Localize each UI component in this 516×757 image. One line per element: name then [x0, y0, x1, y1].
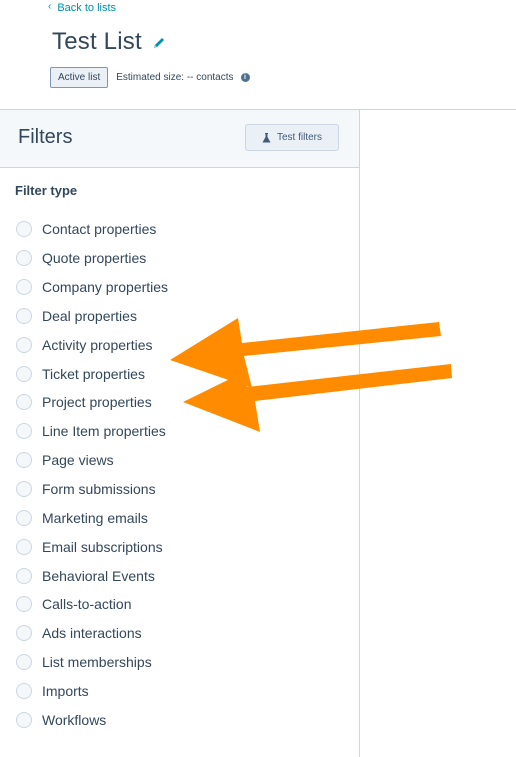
radio-button[interactable] [16, 307, 32, 324]
filter-option-label: Contact properties [42, 221, 157, 238]
radio-button[interactable] [16, 682, 32, 699]
filter-option-deal-properties[interactable]: Deal properties [16, 302, 168, 331]
filter-option-contact-properties[interactable]: Contact properties [16, 215, 168, 244]
back-to-lists-link[interactable]: ‹ Back to lists [48, 1, 117, 15]
radio-button[interactable] [16, 567, 32, 584]
filter-option-label: Marketing emails [42, 509, 148, 526]
filter-option-company-properties[interactable]: Company properties [16, 273, 168, 302]
filter-option-ticket-properties[interactable]: Ticket properties [16, 359, 168, 388]
filter-option-workflows[interactable]: Workflows [16, 705, 168, 734]
radio-button[interactable] [16, 481, 32, 498]
radio-button[interactable] [16, 423, 32, 440]
filter-option-label: Activity properties [42, 336, 153, 353]
filter-option-label: Email subscriptions [42, 538, 163, 555]
radio-button[interactable] [16, 365, 32, 382]
status-badge: Active list [50, 67, 109, 88]
chevron-left-icon: ‹ [48, 1, 52, 12]
filter-option-label: Page views [42, 452, 114, 469]
filter-type-label: Filter type [15, 183, 78, 198]
filter-option-line-item-properties[interactable]: Line Item properties [16, 417, 168, 446]
pencil-icon[interactable] [152, 36, 166, 50]
filter-option-list-memberships[interactable]: List memberships [16, 648, 168, 677]
radio-button[interactable] [16, 336, 32, 353]
filter-option-label: Company properties [42, 279, 169, 296]
radio-button[interactable] [16, 538, 32, 555]
filter-option-calls-to-action[interactable]: Calls-to-action [16, 590, 168, 619]
filter-option-ads-interactions[interactable]: Ads interactions [16, 619, 168, 648]
filter-option-activity-properties[interactable]: Activity properties [16, 330, 168, 359]
filter-option-quote-properties[interactable]: Quote properties [16, 244, 168, 273]
test-filters-button[interactable]: Test filters [245, 124, 339, 151]
filter-option-form-submissions[interactable]: Form submissions [16, 475, 168, 504]
filter-option-label: Imports [42, 682, 89, 699]
filter-option-label: Deal properties [42, 307, 137, 324]
filters-title: Filters [18, 126, 73, 148]
filter-option-label: List memberships [42, 654, 152, 671]
estimated-size: Estimated size: -- contacts i [116, 72, 250, 83]
radio-button[interactable] [16, 711, 32, 728]
radio-button[interactable] [16, 452, 32, 469]
radio-button[interactable] [16, 654, 32, 671]
filters-header: Filters Test filters [0, 110, 359, 168]
filter-option-label: Line Item properties [42, 423, 166, 440]
radio-button[interactable] [16, 250, 32, 267]
filters-panel: Filters Test filters Filter type Contact… [0, 110, 360, 757]
radio-button[interactable] [16, 596, 32, 613]
radio-button[interactable] [16, 279, 32, 296]
filter-type-options: Contact properties Quote properties Comp… [16, 215, 168, 734]
radio-button[interactable] [16, 509, 32, 526]
list-meta-row: Active list Estimated size: -- contacts … [50, 67, 250, 88]
filter-option-label: Ads interactions [42, 625, 142, 642]
filter-option-behavioral-events[interactable]: Behavioral Events [16, 561, 168, 590]
filter-option-marketing-emails[interactable]: Marketing emails [16, 503, 168, 532]
filter-option-label: Quote properties [42, 250, 147, 267]
filter-option-label: Workflows [42, 711, 107, 728]
filter-option-imports[interactable]: Imports [16, 677, 168, 706]
filter-option-label: Project properties [42, 394, 152, 411]
filter-option-email-subscriptions[interactable]: Email subscriptions [16, 532, 168, 561]
radio-button[interactable] [16, 221, 32, 238]
filter-option-label: Behavioral Events [42, 567, 155, 584]
title-row: Test List [52, 28, 166, 56]
radio-button[interactable] [16, 625, 32, 642]
filter-option-label: Calls-to-action [42, 596, 132, 613]
test-filters-label: Test filters [276, 132, 322, 143]
page-title: Test List [52, 28, 142, 55]
info-icon[interactable]: i [240, 73, 250, 82]
flask-icon [262, 132, 271, 143]
back-to-lists-label: Back to lists [57, 2, 117, 14]
estimated-size-text: Estimated size: -- contacts [116, 72, 234, 83]
filter-option-label: Ticket properties [42, 365, 145, 382]
radio-button[interactable] [16, 394, 32, 411]
filter-option-project-properties[interactable]: Project properties [16, 388, 168, 417]
filter-option-label: Form submissions [42, 481, 156, 498]
filter-option-page-views[interactable]: Page views [16, 446, 168, 475]
